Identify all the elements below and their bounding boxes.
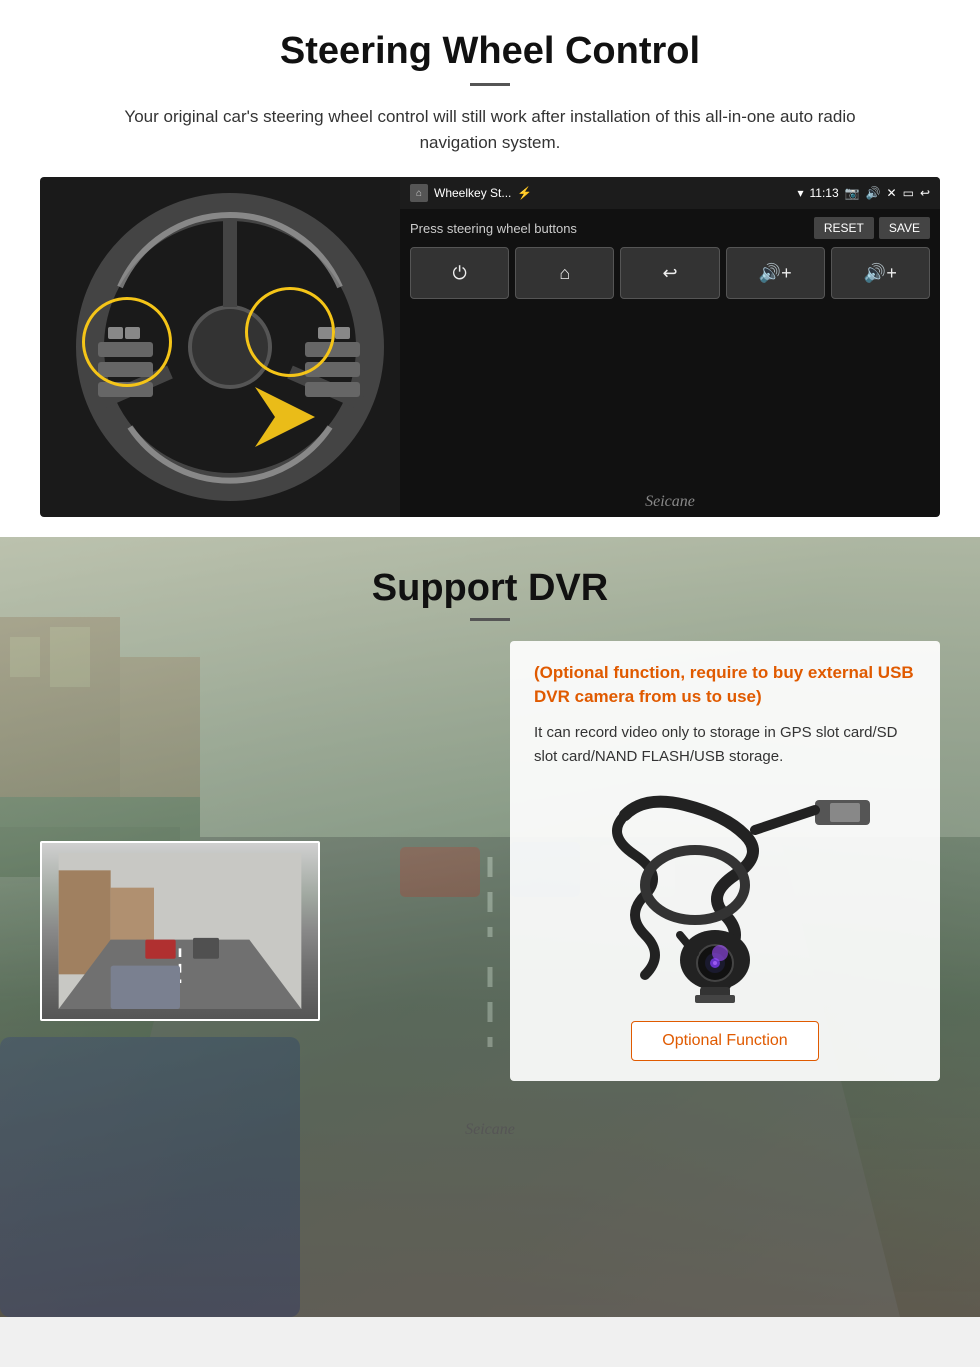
optional-function-button[interactable]: Optional Function (631, 1021, 818, 1061)
title-divider (470, 83, 510, 86)
statusbar-right: ▾ 11:13 📷 🔊 ✕ ▭ ↩ (797, 186, 930, 200)
dvr-section: Support DVR (0, 537, 980, 1317)
screen-icon: ▭ (903, 186, 914, 200)
app-name: Wheelkey St... (434, 186, 511, 200)
dvr-right-column: (Optional function, require to buy exter… (360, 641, 940, 1081)
android-screen-panel: ⌂ Wheelkey St... ⚡ ▾ 11:13 📷 🔊 ✕ ▭ ↩ Pre… (400, 177, 940, 517)
left-circle-highlight (82, 297, 172, 387)
statusbar-left: ⌂ Wheelkey St... ⚡ (410, 184, 532, 202)
close-icon: ✕ (887, 186, 897, 200)
usb-icon: ⚡ (517, 186, 532, 200)
dvr-info-card: (Optional function, require to buy exter… (510, 641, 940, 1081)
dvr-optional-notice: (Optional function, require to buy exter… (534, 661, 916, 709)
android-main-content: Press steering wheel buttons RESET SAVE … (400, 209, 940, 487)
dvr-camera-illustration (534, 785, 916, 1005)
seicane-watermark-dvr: Seicane (0, 1121, 980, 1159)
steering-control-header: Press steering wheel buttons RESET SAVE (410, 217, 930, 239)
steering-function-grid: ⏻ ⌂ ↩ 🔊+ 🔊+ (410, 247, 930, 299)
dvr-left-column (40, 641, 340, 1021)
back-btn[interactable]: ↩ (620, 247, 719, 299)
steering-wheel-photo (40, 177, 420, 517)
time-display: 11:13 (809, 186, 838, 200)
dvr-title: Support DVR (40, 567, 940, 610)
dvr-road-view (52, 853, 308, 1009)
control-buttons: RESET SAVE (814, 217, 930, 239)
home-icon: ⌂ (410, 184, 428, 202)
android-statusbar: ⌂ Wheelkey St... ⚡ ▾ 11:13 📷 🔊 ✕ ▭ ↩ (400, 177, 940, 209)
control-instruction: Press steering wheel buttons (410, 221, 577, 236)
seicane-watermark-steering: Seicane (400, 487, 940, 517)
camera-icon: 📷 (845, 186, 860, 200)
wifi-icon: ▾ (797, 186, 803, 200)
direction-arrow (225, 377, 345, 457)
reset-button[interactable]: RESET (814, 217, 874, 239)
vol-up-btn[interactable]: 🔊+ (726, 247, 825, 299)
volume-icon: 🔊 (866, 186, 881, 200)
dvr-description: It can record video only to storage in G… (534, 721, 916, 769)
dvr-main-row: (Optional function, require to buy exter… (40, 641, 940, 1081)
save-button[interactable]: SAVE (879, 217, 930, 239)
right-circle-highlight (245, 287, 335, 377)
dvr-camera-svg (565, 785, 885, 1005)
power-btn[interactable]: ⏻ (410, 247, 509, 299)
steering-section: Steering Wheel Control Your original car… (0, 0, 980, 537)
dvr-camera-screenshot (40, 841, 320, 1021)
vol-down-btn[interactable]: 🔊+ (831, 247, 930, 299)
steering-image-container: ⌂ Wheelkey St... ⚡ ▾ 11:13 📷 🔊 ✕ ▭ ↩ Pre… (40, 177, 940, 517)
steering-title: Steering Wheel Control (40, 30, 940, 73)
bottom-bar (0, 1317, 980, 1367)
dvr-content-area: Support DVR (0, 537, 980, 1111)
home-btn[interactable]: ⌂ (515, 247, 614, 299)
dvr-screenshot-inner (42, 843, 318, 1019)
back-icon: ↩ (920, 186, 930, 200)
dvr-title-divider (470, 618, 510, 621)
steering-description: Your original car's steering wheel contr… (110, 104, 870, 155)
